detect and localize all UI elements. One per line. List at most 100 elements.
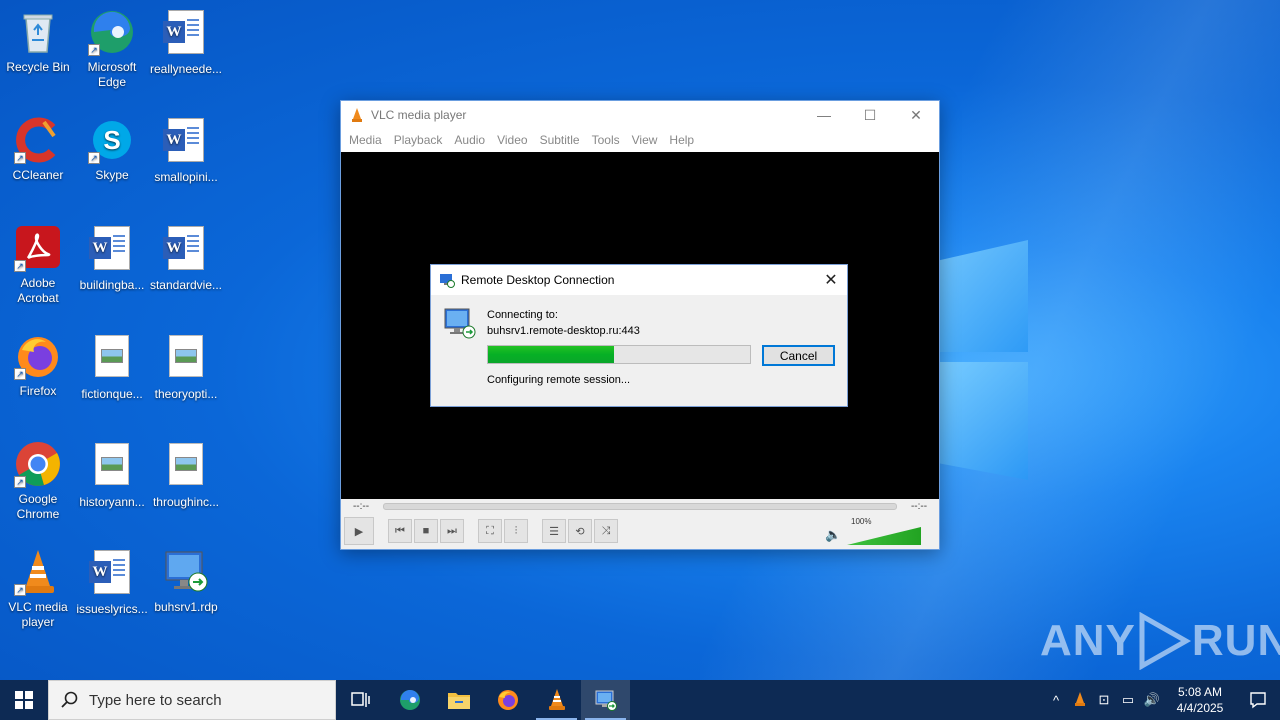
shortcut-arrow-icon: ↗	[14, 368, 26, 380]
taskbar-remote-desktop[interactable]	[581, 680, 630, 720]
desktop-icon-smallopini[interactable]: W smallopini...	[148, 116, 224, 185]
taskbar-search[interactable]: Type here to search	[48, 680, 336, 720]
show-hidden-icons-chevron-up-icon[interactable]: ^	[1044, 693, 1068, 708]
desktop-icon-label: Firefox	[19, 384, 57, 398]
taskbar-edge[interactable]	[385, 680, 434, 720]
taskbar: Type here to search ^ ⊡ ▭ 🔊 5:08 AM 4/4/…	[0, 680, 1280, 720]
maximize-button[interactable]: ☐	[847, 101, 893, 129]
play-button[interactable]: ▶	[344, 517, 374, 545]
desktop-icon-issueslyrics[interactable]: W issueslyrics...	[74, 548, 150, 617]
word-doc-icon: W	[88, 226, 136, 274]
desktop-icon-label: fictionque...	[81, 387, 143, 401]
desktop-icon-reallyneede[interactable]: W reallyneede...	[148, 8, 224, 77]
image-file-icon	[88, 335, 136, 383]
desktop-icon-firefox[interactable]: ↗ Firefox	[0, 332, 76, 399]
desktop-icon-standardvie[interactable]: W standardvie...	[148, 224, 224, 293]
connecting-label: Connecting to:	[487, 309, 558, 321]
usb-device-icon[interactable]: ⊡	[1092, 692, 1116, 708]
speaker-icon[interactable]: 🔈	[825, 527, 841, 543]
skype-icon: S ↗	[88, 116, 136, 164]
desktop-icon-skype[interactable]: S ↗ Skype	[74, 116, 150, 183]
menu-tools[interactable]: Tools	[586, 133, 626, 147]
shuffle-button[interactable]: ⤨	[594, 519, 618, 543]
image-file-icon	[88, 443, 136, 491]
close-button[interactable]: ✕	[893, 101, 939, 129]
desktop-icon-adobe-acrobat[interactable]: ↗ Adobe Acrobat	[0, 224, 76, 306]
stop-button[interactable]: ■	[414, 519, 438, 543]
playback-buttons: ▶ ⏮ ■ ⏭ ⛶ ⫶ ☰ ⟲ ⤨ 🔈 100%	[341, 517, 939, 547]
next-icon: ⏭	[447, 524, 457, 537]
extended-settings-button[interactable]: ⫶	[504, 519, 528, 543]
acrobat-icon: ↗	[14, 224, 62, 272]
desktop-icon-label: Adobe Acrobat	[17, 276, 59, 305]
rdp-close-button[interactable]: ✕	[815, 270, 847, 290]
rdp-body: Connecting to: buhsrv1.remote-desktop.ru…	[431, 295, 847, 406]
seek-slider[interactable]	[383, 502, 897, 510]
fullscreen-button[interactable]: ⛶	[478, 519, 502, 543]
volume-icon[interactable]: 🔊	[1140, 692, 1164, 708]
fullscreen-icon: ⛶	[486, 524, 494, 537]
desktop-icon-fictionque[interactable]: fictionque...	[74, 332, 150, 402]
loop-button[interactable]: ⟲	[568, 519, 592, 543]
edge-icon	[399, 689, 420, 710]
cancel-button[interactable]: Cancel	[762, 345, 835, 366]
menu-view[interactable]: View	[626, 133, 664, 147]
previous-icon: ⏮	[395, 524, 405, 537]
taskbar-firefox[interactable]	[483, 680, 532, 720]
desktop-icon-historyann[interactable]: historyann...	[74, 440, 150, 510]
windows-logo-wallpaper	[930, 240, 1030, 480]
desktop-icon-throughinc[interactable]: throughinc...	[148, 440, 224, 510]
watermark-left: ANY	[1040, 616, 1136, 665]
vlc-window-title: VLC media player	[371, 108, 467, 122]
volume-slider[interactable]	[847, 527, 921, 545]
desktop-icon-recycle-bin[interactable]: Recycle Bin	[0, 8, 76, 75]
desktop-icon-google-chrome[interactable]: ↗ Google Chrome	[0, 440, 76, 522]
play-icon: ▶	[354, 525, 364, 538]
rdp-connecting-dialog[interactable]: Remote Desktop Connection ✕ Connecting t…	[430, 264, 848, 407]
close-icon: ✕	[910, 106, 922, 123]
notification-center-button[interactable]	[1236, 691, 1280, 709]
menu-subtitle[interactable]: Subtitle	[534, 133, 586, 147]
taskbar-clock[interactable]: 5:08 AM 4/4/2025	[1164, 684, 1236, 716]
playlist-button[interactable]: ☰	[542, 519, 566, 543]
minimize-button[interactable]: —	[801, 101, 847, 129]
edge-icon: ↗	[88, 8, 136, 56]
next-button[interactable]: ⏭	[440, 519, 464, 543]
desktop-icon-theoryopti[interactable]: theoryopti...	[148, 332, 224, 402]
desktop-icon-edge[interactable]: ↗ Microsoft Edge	[74, 8, 150, 90]
desktop-icon-label: historyann...	[79, 495, 145, 509]
shortcut-arrow-icon: ↗	[14, 584, 26, 596]
menu-help[interactable]: Help	[663, 133, 700, 147]
start-button[interactable]	[0, 680, 48, 720]
taskbar-file-explorer[interactable]	[434, 680, 483, 720]
desktop-icon-label: Microsoft Edge	[87, 60, 137, 89]
progress-fill	[488, 346, 614, 363]
image-file-icon	[162, 443, 210, 491]
vlc-tray-icon[interactable]	[1068, 691, 1092, 710]
image-file-icon	[162, 335, 210, 383]
taskbar-vlc[interactable]	[532, 680, 581, 720]
windows-start-icon	[15, 691, 33, 709]
network-icon[interactable]: ▭	[1116, 692, 1140, 708]
desktop-icon-buhsrv1-rdp[interactable]: buhsrv1.rdp	[148, 548, 224, 615]
menu-playback[interactable]: Playback	[388, 133, 449, 147]
time-elapsed: --:--	[352, 500, 370, 512]
desktop-icon-label: VLC media player	[8, 600, 68, 629]
desktop-icon-label: buhsrv1.rdp	[154, 600, 218, 614]
menu-media[interactable]: Media	[343, 133, 388, 147]
rdp-dialog-title: Remote Desktop Connection	[461, 273, 615, 287]
desktop-icon-vlc[interactable]: ↗ VLC media player	[0, 548, 76, 630]
menu-video[interactable]: Video	[491, 133, 533, 147]
rdp-status: Configuring remote session...	[487, 374, 631, 386]
menu-audio[interactable]: Audio	[448, 133, 491, 147]
shortcut-arrow-icon: ↗	[14, 476, 26, 488]
previous-button[interactable]: ⏮	[388, 519, 412, 543]
time-remaining[interactable]: --:--	[899, 501, 939, 512]
firefox-icon: ↗	[14, 332, 62, 380]
vlc-titlebar[interactable]: VLC media player — ☐ ✕	[341, 101, 939, 129]
desktop-icon-ccleaner[interactable]: ↗ CCleaner	[0, 116, 76, 183]
task-view-button[interactable]	[336, 680, 385, 720]
volume-control[interactable]: 🔈 100%	[825, 517, 925, 547]
desktop-icon-buildingba[interactable]: W buildingba...	[74, 224, 150, 293]
rdp-titlebar[interactable]: Remote Desktop Connection ✕	[431, 265, 847, 295]
